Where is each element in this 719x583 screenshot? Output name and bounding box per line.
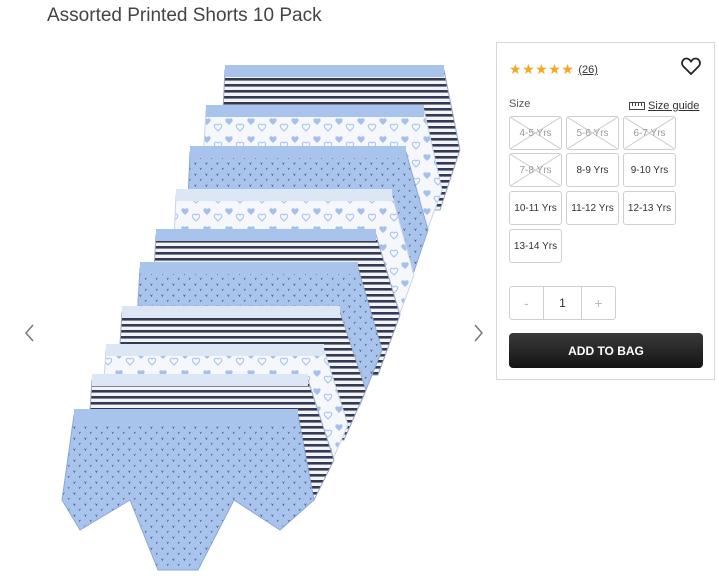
- product-image[interactable]: [48, 60, 468, 583]
- wishlist-button[interactable]: [680, 55, 702, 77]
- star-icon: ★: [535, 62, 548, 78]
- chevron-left-icon: [25, 324, 34, 342]
- size-option[interactable]: 6-7 Yrs: [623, 116, 676, 150]
- size-option[interactable]: 4-5 Yrs: [509, 116, 562, 150]
- size-guide-label: Size guide: [648, 100, 700, 112]
- size-option-label: 12-13 Yrs: [627, 202, 672, 214]
- size-option[interactable]: 13-14 Yrs: [509, 229, 562, 263]
- page-title: Assorted Printed Shorts 10 Pack: [47, 5, 322, 26]
- chevron-right-icon: [474, 324, 483, 342]
- product-gallery: [0, 50, 500, 583]
- size-option-label: 11-12 Yrs: [571, 202, 614, 214]
- size-option[interactable]: 5-6 Yrs: [566, 116, 619, 150]
- size-option-label: 13-14 Yrs: [513, 240, 558, 252]
- rating[interactable]: ★ ★ ★ ★ ★ (26): [509, 63, 598, 77]
- size-option-label: 10-11 Yrs: [514, 202, 557, 214]
- size-option[interactable]: 7-8 Yrs: [509, 153, 562, 187]
- size-option-label: 8-9 Yrs: [576, 164, 609, 176]
- size-guide-link[interactable]: Size guide: [629, 100, 699, 112]
- star-icon: ★: [522, 62, 535, 78]
- gallery-next-button[interactable]: [468, 321, 488, 345]
- star-icon: ★: [561, 62, 574, 78]
- shorts-stack: [61, 65, 461, 571]
- quantity-stepper: - 1 +: [509, 286, 616, 320]
- size-option[interactable]: 12-13 Yrs: [623, 191, 676, 225]
- purchase-panel: ★ ★ ★ ★ ★ (26) Size Size guide 4-5 Yrs 5…: [496, 42, 715, 380]
- quantity-decrease-button[interactable]: -: [510, 287, 544, 319]
- add-to-bag-button[interactable]: ADD TO BAG: [509, 333, 703, 368]
- gallery-prev-button[interactable]: [20, 321, 40, 345]
- size-option[interactable]: 9-10 Yrs: [623, 153, 676, 187]
- size-option-label: 4-5 Yrs: [519, 127, 552, 139]
- size-option-label: 9-10 Yrs: [630, 164, 669, 176]
- quantity-input[interactable]: 1: [544, 287, 581, 319]
- star-icon: ★: [548, 62, 561, 78]
- ruler-icon: [629, 102, 645, 110]
- size-option[interactable]: 10-11 Yrs: [509, 191, 562, 225]
- quantity-increase-button[interactable]: +: [581, 287, 615, 319]
- review-count-link[interactable]: (26): [578, 64, 598, 76]
- star-icon: ★: [509, 62, 522, 78]
- size-option[interactable]: 8-9 Yrs: [566, 153, 619, 187]
- heart-outline-icon: [681, 57, 701, 76]
- size-option-label: 5-6 Yrs: [576, 127, 609, 139]
- size-option-label: 7-8 Yrs: [519, 164, 552, 176]
- size-option-label: 6-7 Yrs: [633, 127, 666, 139]
- size-label: Size: [509, 98, 531, 110]
- size-option[interactable]: 11-12 Yrs: [566, 191, 619, 225]
